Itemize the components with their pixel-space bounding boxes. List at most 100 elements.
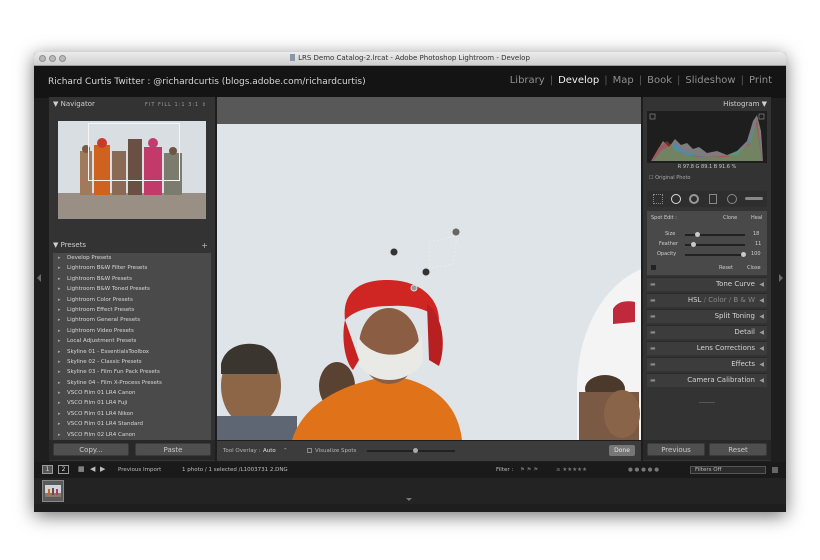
flag-filter-icons[interactable]: ⚑ ⚑ ⚑ xyxy=(520,467,538,473)
preset-folder[interactable]: Lightroom Video Presets xyxy=(53,326,211,337)
lens-corrections-section[interactable]: ▬ Lens Corrections ◀ xyxy=(647,341,767,355)
module-map[interactable]: Map xyxy=(613,75,634,86)
camera-calibration-section[interactable]: ▬ Camera Calibration ◀ xyxy=(647,373,767,387)
spot-removal-tool-icon[interactable] xyxy=(671,194,681,204)
toggle-switch-icon[interactable]: ▬ xyxy=(650,342,656,355)
preset-folder[interactable]: VSCO Film 02 LR4 Canon xyxy=(53,430,211,441)
module-print[interactable]: Print xyxy=(749,75,772,86)
preset-folder[interactable]: Develop Presets xyxy=(53,253,211,264)
preset-folder[interactable]: Lightroom B&W Presets xyxy=(53,274,211,285)
module-book[interactable]: Book xyxy=(647,75,672,86)
secondary-window-button[interactable]: 2 xyxy=(58,465,69,474)
reset-button[interactable]: Reset xyxy=(709,443,767,456)
color-tab[interactable]: Color xyxy=(708,296,726,304)
paste-settings-button[interactable]: Paste xyxy=(135,443,211,456)
filmstrip-bar: 1 2 ▦ ◀ ▶ Previous Import 1 photo / 1 se… xyxy=(34,462,786,478)
detail-section[interactable]: ▬ Detail ◀ xyxy=(647,325,767,339)
filters-off-select[interactable]: Filters Off xyxy=(690,466,766,474)
split-toning-section[interactable]: ▬ Split Toning ◀ xyxy=(647,309,767,323)
right-panel-toggle-icon[interactable] xyxy=(779,274,783,282)
module-library[interactable]: Library xyxy=(510,75,545,86)
forward-arrow-icon[interactable]: ▶ xyxy=(100,465,105,473)
opacity-slider-knob[interactable] xyxy=(741,252,746,257)
adjustment-brush-icon[interactable] xyxy=(745,197,763,200)
main-photo[interactable] xyxy=(217,124,641,440)
copy-settings-button[interactable]: Copy... xyxy=(53,443,129,456)
crop-tool-icon[interactable] xyxy=(653,194,663,204)
module-slideshow[interactable]: Slideshow xyxy=(685,75,735,86)
red-eye-tool-icon[interactable] xyxy=(689,194,699,204)
filter-lock-icon[interactable] xyxy=(772,467,778,473)
effects-section[interactable]: ▬ Effects ◀ xyxy=(647,357,767,371)
preset-folder[interactable]: Skyline 03 - Film Fun Pack Presets xyxy=(53,367,211,378)
preset-folder[interactable]: Local Adjustment Presets xyxy=(53,336,211,347)
done-button[interactable]: Done xyxy=(609,445,635,456)
size-slider-knob[interactable] xyxy=(695,232,700,237)
size-value[interactable]: 18 xyxy=(753,231,759,237)
preset-folder[interactable]: Lightroom Color Presets xyxy=(53,295,211,306)
detail-title: Detail xyxy=(734,328,755,336)
preset-folder[interactable]: VSCO Film 01 LR4 Nikon xyxy=(53,409,211,420)
add-preset-button[interactable]: + xyxy=(201,241,208,250)
color-label-filter-dots[interactable]: ● ● ● ● ● xyxy=(628,467,659,473)
feather-slider-knob[interactable] xyxy=(691,242,696,247)
preset-folder[interactable]: Lightroom B&W Toned Presets xyxy=(53,284,211,295)
hsl-section[interactable]: ▬ HSL / Color / B & W ◀ xyxy=(647,293,767,307)
module-develop[interactable]: Develop xyxy=(558,75,599,86)
tone-curve-section[interactable]: ▬ Tone Curve ◀ xyxy=(647,277,767,291)
module-separator: | xyxy=(549,75,554,86)
toggle-switch-icon[interactable]: ▬ xyxy=(650,326,656,339)
radial-filter-icon[interactable] xyxy=(727,194,737,204)
hsl-tab[interactable]: HSL xyxy=(688,296,702,304)
preset-folder[interactable]: VSCO Film 01 LR4 Standard xyxy=(53,419,211,430)
main-window-button[interactable]: 1 xyxy=(42,465,53,474)
visualize-spots-knob[interactable] xyxy=(413,448,418,453)
toggle-switch-icon[interactable]: ▬ xyxy=(650,374,656,387)
bw-tab[interactable]: B & W xyxy=(733,296,755,304)
left-panel-toggle-icon[interactable] xyxy=(37,274,41,282)
spot-close-button[interactable]: Close xyxy=(747,265,761,271)
navigator-zoom-options[interactable]: FIT FILL 1:1 3:1 ⇕ xyxy=(145,102,207,108)
module-separator: | xyxy=(740,75,744,86)
spot-reset-button[interactable]: Reset xyxy=(719,265,733,271)
selection-info[interactable]: 1 photo / 1 selected /L1003731 2.DNG xyxy=(182,467,288,473)
preset-folder[interactable]: Skyline 04 - Film X-Process Presets xyxy=(53,378,211,389)
toggle-switch-icon[interactable]: ▬ xyxy=(650,278,656,291)
navigator-preview[interactable] xyxy=(58,121,206,219)
toggle-switch-icon[interactable]: ▬ xyxy=(650,358,656,371)
navigator-viewport-box[interactable] xyxy=(88,123,180,181)
preset-folder[interactable]: Lightroom Effect Presets xyxy=(53,305,211,316)
preset-folder[interactable]: Lightroom General Presets xyxy=(53,315,211,326)
rating-filter-stars[interactable]: ≥ ★★★★★ xyxy=(556,467,587,473)
visualize-spots-slider[interactable] xyxy=(367,450,455,452)
preset-folder[interactable]: VSCO Film 01 LR4 Canon xyxy=(53,388,211,399)
grid-view-icon[interactable]: ▦ xyxy=(78,465,85,473)
visualize-spots-checkbox[interactable] xyxy=(307,448,312,453)
presets-header[interactable]: ▼ Presets + xyxy=(53,241,211,253)
tool-overlay-select[interactable]: Auto xyxy=(263,448,276,454)
navigator-header[interactable]: ▼ Navigator FIT FILL 1:1 3:1 ⇕ xyxy=(53,100,211,112)
preset-folder[interactable]: Lightroom B&W Filter Presets xyxy=(53,263,211,274)
previous-button[interactable]: Previous xyxy=(647,443,705,456)
module-separator: | xyxy=(604,75,608,86)
tool-strip xyxy=(647,191,767,207)
toggle-switch-icon[interactable]: ▬ xyxy=(650,294,656,307)
identity-plate[interactable]: Richard Curtis Twitter : @richardcurtis … xyxy=(48,77,366,87)
toggle-switch-icon[interactable]: ▬ xyxy=(650,310,656,323)
opacity-slider[interactable] xyxy=(685,254,745,256)
histogram[interactable] xyxy=(647,111,767,163)
opacity-value[interactable]: 100 xyxy=(751,251,761,257)
feather-value[interactable]: 11 xyxy=(755,241,761,247)
filmstrip-thumbnail[interactable] xyxy=(42,480,64,502)
filmstrip-source[interactable]: Previous Import xyxy=(118,467,161,473)
preset-folder[interactable]: Skyline 02 - Classic Presets xyxy=(53,357,211,368)
toggle-switch-icon[interactable] xyxy=(651,265,656,270)
heal-button[interactable]: Heal xyxy=(751,215,762,221)
back-arrow-icon[interactable]: ◀ xyxy=(90,465,95,473)
size-slider[interactable] xyxy=(685,234,745,236)
graduated-filter-icon[interactable] xyxy=(709,194,717,204)
preset-folder[interactable]: VSCO Film 01 LR4 Fuji xyxy=(53,398,211,409)
filmstrip-toggle-icon[interactable] xyxy=(406,498,412,501)
preset-folder[interactable]: Skyline 01 - EssentialsToolbox xyxy=(53,347,211,358)
clone-button[interactable]: Clone xyxy=(723,215,737,221)
